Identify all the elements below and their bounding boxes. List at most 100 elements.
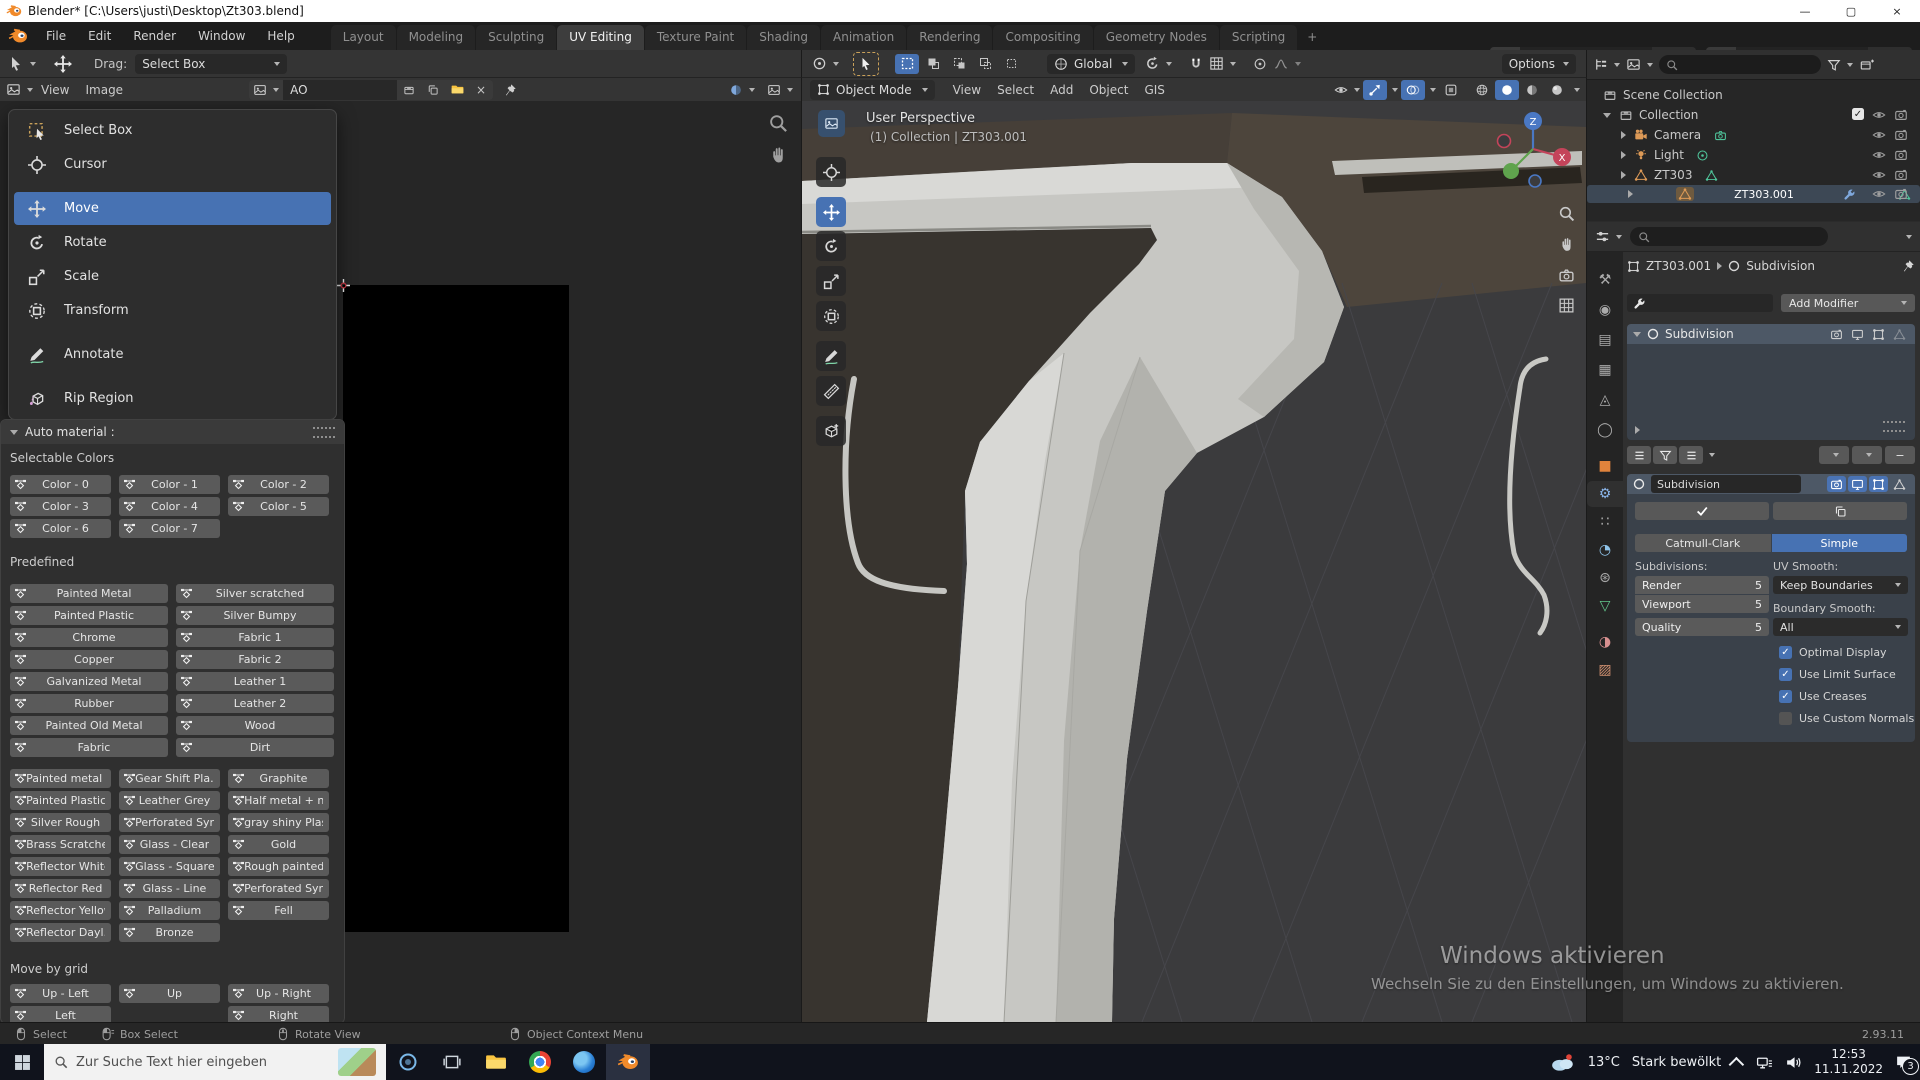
image-fake-user-button[interactable] (397, 80, 421, 100)
render-camera-icon[interactable] (1894, 108, 1908, 122)
extra-material-button[interactable]: Palladium (119, 901, 220, 920)
tool-item-move[interactable]: Move (14, 192, 331, 225)
minimize-button[interactable]: — (1782, 0, 1828, 22)
extra-material-button[interactable]: Gear Shift Pla... (119, 769, 220, 788)
color-material-button[interactable]: Color - 7 (119, 519, 220, 538)
list-remove-button[interactable] (1679, 446, 1703, 464)
proportional-falloff-dropdown[interactable] (1273, 57, 1301, 71)
breadcrumb-modifier[interactable]: Subdivision (1746, 259, 1815, 273)
tool-item-transform[interactable]: Transform (14, 294, 331, 327)
predefined-material-button[interactable]: Silver Bumpy (176, 606, 334, 625)
workspace-tab[interactable]: Sculpting (476, 25, 556, 50)
extra-material-button[interactable]: Graphite (228, 769, 329, 788)
workspace-tab[interactable]: Geometry Nodes (1094, 25, 1219, 50)
list-dropdown[interactable] (1709, 453, 1715, 457)
search-highlight-image[interactable] (338, 1048, 376, 1076)
toolbar-move-tool[interactable] (816, 197, 846, 227)
viewport-menu-item[interactable]: Add (1042, 81, 1081, 99)
viewport-menu-item[interactable]: GIS (1136, 81, 1172, 99)
pin-id-button[interactable] (1901, 259, 1915, 273)
uv-display-sphere-dropdown[interactable] (729, 83, 755, 97)
outliner-filter-button[interactable] (1827, 58, 1853, 72)
toolbar-annotate-tool[interactable] (816, 341, 846, 371)
uv-menu-image[interactable]: Image (77, 81, 131, 99)
properties-tab[interactable]: ■ (1587, 453, 1623, 479)
workspace-tab[interactable]: UV Editing (557, 25, 644, 50)
shading-wireframe-button[interactable] (1470, 80, 1494, 100)
modifier1-header[interactable]: Subdivision (1627, 324, 1915, 344)
properties-tab[interactable]: ⚒ (1587, 267, 1623, 293)
properties-tab[interactable]: ▽ (1587, 593, 1623, 619)
transform-orientation-dropdown[interactable]: Global (1047, 54, 1135, 74)
grid-up-left-button[interactable]: Up - Left (10, 984, 111, 1003)
predefined-material-button[interactable]: Fabric 2 (176, 650, 334, 669)
new-collection-button[interactable] (1859, 58, 1875, 72)
use-creases-checkbox[interactable]: ✓ (1779, 690, 1792, 703)
color-material-button[interactable]: Color - 5 (228, 497, 329, 516)
properties-tab[interactable]: ◑ (1587, 629, 1623, 655)
tool-item-rip-region[interactable]: Rip Region (14, 382, 331, 415)
menu-item[interactable]: Help (257, 26, 304, 46)
tool-item-rotate[interactable]: Rotate (14, 226, 331, 259)
properties-tab[interactable]: ◬ (1587, 387, 1623, 413)
active-tool-button[interactable] (853, 52, 879, 76)
move-down-dropdown[interactable] (1852, 446, 1882, 464)
extra-material-button[interactable]: Glass - Clear (119, 835, 220, 854)
outliner-editor-type-button[interactable] (1593, 57, 1620, 72)
shading-material-button[interactable] (1520, 80, 1544, 100)
extra-material-button[interactable]: Reflector Yellow (10, 901, 111, 920)
extra-material-button[interactable]: Perforated Syn... (119, 813, 220, 832)
render-toggle-icon[interactable] (1827, 476, 1846, 492)
remove-button[interactable]: − (1885, 446, 1915, 464)
list-sort-button[interactable] (1653, 446, 1677, 464)
expand-arrow-icon[interactable] (1621, 171, 1626, 179)
expand-arrow-icon[interactable] (1621, 151, 1626, 159)
color-material-button[interactable]: Color - 4 (119, 497, 220, 516)
toolbar-add-cube-tool[interactable] (816, 416, 846, 446)
properties-tab[interactable]: ▨ (1587, 657, 1623, 683)
start-button[interactable] (0, 1044, 44, 1080)
weather-condition[interactable]: Stark bewölkt (1632, 1055, 1721, 1070)
show-overlays-button[interactable] (1401, 80, 1425, 100)
simple-button[interactable]: Simple (1772, 534, 1908, 552)
panel-grip-icon[interactable] (1883, 421, 1905, 432)
menu-item[interactable]: Edit (78, 26, 121, 46)
properties-options-dropdown[interactable] (1906, 235, 1912, 239)
tool-item-scale[interactable]: Scale (14, 260, 331, 293)
shading-rendered-button[interactable] (1545, 80, 1569, 100)
extra-material-button[interactable]: Reflector White (10, 857, 111, 876)
show-gizmo-button[interactable] (1363, 80, 1387, 100)
render-camera-icon[interactable] (1894, 187, 1908, 201)
maximize-button[interactable]: ▢ (1828, 0, 1874, 22)
notification-center-button[interactable]: 3 (1895, 1054, 1912, 1071)
weather-icon[interactable] (1550, 1052, 1576, 1072)
cortana-button[interactable] (386, 1044, 430, 1080)
outliner-row-camera[interactable]: Camera (1587, 125, 1920, 145)
render-subdivisions-field[interactable]: Render5 (1635, 576, 1769, 594)
boundary-smooth-dropdown[interactable]: All (1773, 618, 1908, 636)
viewport-menu-item[interactable]: View (945, 81, 989, 99)
modifier2-header[interactable]: Subdivision (1627, 474, 1915, 494)
editmode-toggle-icon[interactable] (1869, 326, 1888, 342)
predefined-material-button[interactable]: Painted Old Metal (10, 716, 168, 735)
outliner-search-input[interactable] (1659, 55, 1821, 74)
workspace-tab[interactable]: Rendering (907, 25, 992, 50)
xray-toggle-button[interactable] (1439, 80, 1463, 100)
select-mode-new-button[interactable] (895, 54, 919, 74)
outliner-row-scene-collection[interactable]: Scene Collection (1587, 85, 1920, 105)
predefined-material-button[interactable]: Leather 2 (176, 694, 334, 713)
toolbar-transform-tool[interactable] (816, 301, 846, 331)
properties-search-input[interactable] (1630, 227, 1828, 246)
optimal-display-checkbox[interactable]: ✓ (1779, 646, 1792, 659)
catmull-clark-button[interactable]: Catmull-Clark (1635, 534, 1771, 552)
snap-toggle-button[interactable] (1184, 54, 1208, 74)
extra-material-button[interactable]: Glass - Square (119, 857, 220, 876)
predefined-material-button[interactable]: Wood (176, 716, 334, 735)
move-up-dropdown[interactable] (1819, 446, 1849, 464)
uv-image-settings-dropdown[interactable] (767, 83, 793, 97)
color-material-button[interactable]: Color - 3 (10, 497, 111, 516)
uv-zoom-button[interactable] (768, 113, 788, 133)
app-icon-explorer[interactable] (474, 1044, 518, 1080)
outliner-display-mode-button[interactable] (1626, 57, 1653, 72)
modifier1-name[interactable]: Subdivision (1665, 327, 1734, 341)
